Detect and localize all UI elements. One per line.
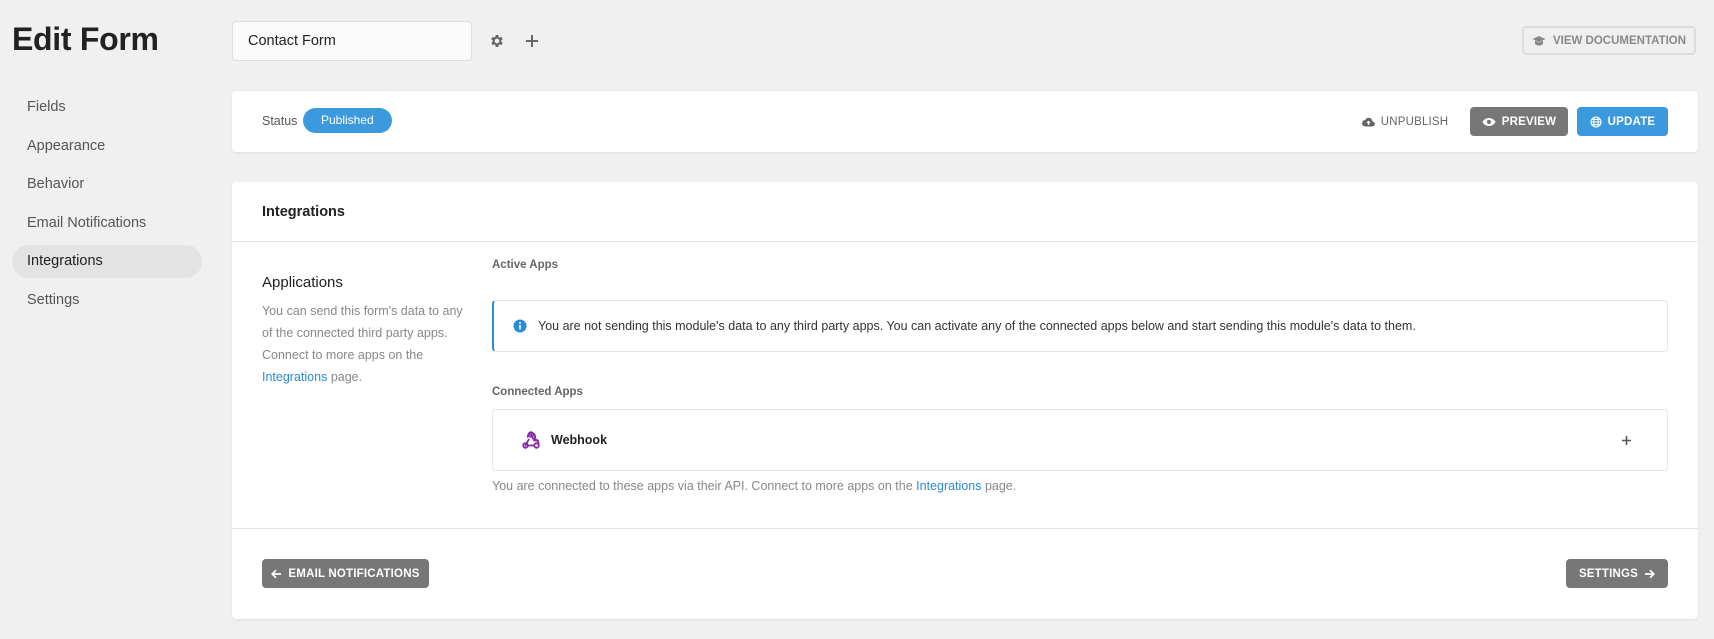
graduation-cap-icon (1532, 35, 1546, 45)
info-icon (513, 319, 527, 333)
view-documentation-button[interactable]: VIEW DOCUMENTATION (1522, 26, 1696, 55)
connected-app-row: Webhook (492, 409, 1668, 471)
integrations-page-link-2[interactable]: Integrations (916, 479, 981, 493)
add-webhook-button[interactable] (1615, 429, 1637, 451)
settings-next-button[interactable]: SETTINGS (1566, 559, 1668, 588)
applications-title: Applications (262, 274, 343, 291)
card-footer: EMAIL NOTIFICATIONS SETTINGS (232, 528, 1698, 619)
update-button[interactable]: UPDATE (1577, 107, 1668, 136)
integrations-title: Integrations (232, 182, 1698, 242)
globe-icon (1590, 115, 1602, 128)
plus-icon (1621, 435, 1631, 445)
applications-description-suffix: page. (330, 370, 363, 384)
prev-button-label: EMAIL NOTIFICATIONS (288, 567, 420, 580)
app-name-webhook: Webhook (551, 433, 608, 447)
form-name-input[interactable] (232, 21, 472, 61)
gear-icon (491, 35, 503, 47)
arrow-right-icon (1645, 569, 1656, 578)
plus-icon (526, 35, 538, 47)
connected-apps-label: Connected Apps (492, 386, 583, 398)
view-documentation-label: VIEW DOCUMENTATION (1552, 34, 1687, 47)
active-apps-label: Active Apps (492, 259, 559, 271)
unpublish-label: UNPUBLISH (1380, 115, 1449, 128)
connected-apps-note-suffix: page. (984, 479, 1017, 493)
webhook-icon (522, 431, 540, 449)
connected-apps-note: You are connected to these apps via thei… (492, 479, 1016, 493)
sidebar-item-email-notifications[interactable]: Email Notifications (12, 207, 202, 240)
connected-apps-note-text: You are connected to these apps via thei… (492, 479, 913, 493)
form-settings-button[interactable] (485, 29, 509, 53)
sidebar-item-appearance[interactable]: Appearance (12, 130, 202, 163)
applications-description-text: You can send this form's data to any of … (262, 304, 463, 362)
sidebar-item-integrations[interactable]: Integrations (12, 245, 202, 278)
sidebar-item-behavior[interactable]: Behavior (12, 168, 202, 201)
sidebar-item-fields[interactable]: Fields (12, 91, 202, 124)
next-button-label: SETTINGS (1578, 567, 1639, 580)
update-label: UPDATE (1607, 115, 1656, 128)
unpublish-button[interactable]: UNPUBLISH (1360, 107, 1450, 136)
active-apps-notice-text: You are not sending this module's data t… (538, 319, 1416, 333)
add-form-button[interactable] (520, 29, 544, 53)
applications-description: You can send this form's data to any of … (262, 300, 467, 388)
page-title: Edit Form (12, 21, 159, 57)
eye-icon (1482, 117, 1496, 126)
arrow-left-icon (271, 569, 282, 578)
integrations-page-link[interactable]: Integrations (262, 370, 327, 384)
sidebar: Fields Appearance Behavior Email Notific… (12, 91, 202, 322)
status-label: Status (262, 114, 298, 128)
preview-button[interactable]: PREVIEW (1470, 107, 1568, 136)
email-notifications-prev-button[interactable]: EMAIL NOTIFICATIONS (262, 559, 429, 588)
preview-label: PREVIEW (1501, 115, 1557, 128)
status-bar: Status Published UNPUBLISH PREVIEW UPDAT… (232, 91, 1698, 152)
cloud-upload-icon (1361, 117, 1375, 127)
active-apps-notice: You are not sending this module's data t… (492, 300, 1668, 352)
sidebar-item-settings[interactable]: Settings (12, 284, 202, 317)
status-badge: Published (303, 108, 392, 133)
integrations-card: Integrations Applications You can send t… (232, 182, 1698, 619)
